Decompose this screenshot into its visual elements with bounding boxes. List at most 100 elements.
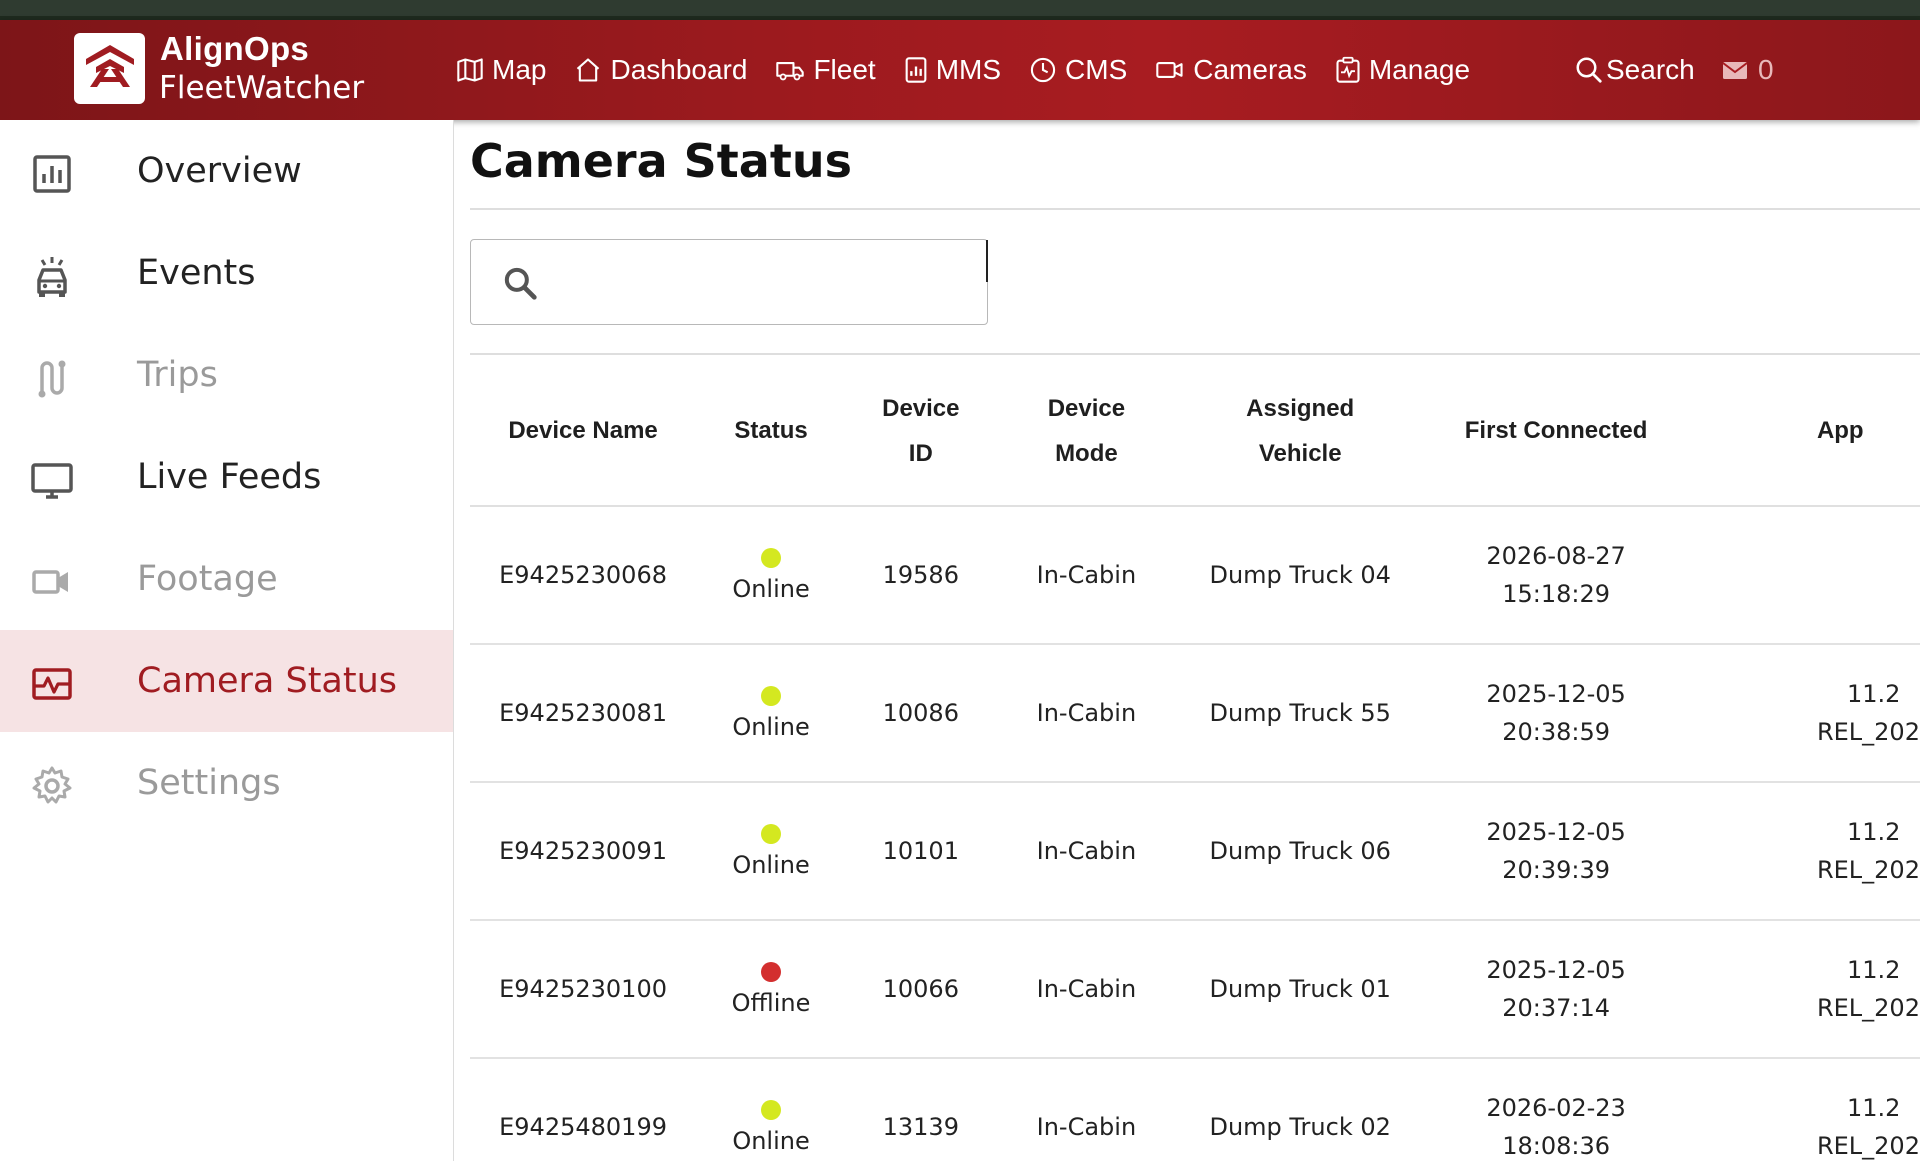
cell-device-name: E9425230068 [470,506,697,645]
header-app-version[interactable]: App [1688,356,1920,507]
sidebar-item-label: Camera Status [137,661,398,701]
cell-status: Online [696,644,846,783]
nav-item-fleet[interactable]: Fleet [775,54,876,86]
cell-device-name: E9425230091 [470,782,697,921]
product-name: FleetWatcher [159,70,365,106]
home-icon [577,58,600,82]
nav-item-map[interactable]: Map [456,54,546,86]
first-connected-date: 2025-12-05 [1486,680,1626,708]
sidebar-item-label: Overview [137,151,302,191]
cell-app-version: 11.2 REL_202 [1688,920,1920,1059]
camera-search-box[interactable] [470,239,988,325]
logo-icon [86,45,134,87]
app-version: 11.2 [1846,818,1901,846]
table-row[interactable]: E9425230068 Online 19586 In-Cabin Dump Truck… [470,506,1920,645]
cell-device-name: E9425230081 [470,644,697,783]
camera-search-input[interactable] [551,250,971,314]
route-icon [38,360,66,398]
cell-assigned-vehicle: Dump Truck 06 [1177,782,1424,921]
status-dot-icon [761,1100,782,1120]
first-connected-time: 20:37:14 [1502,994,1610,1022]
cell-device-mode: In-Cabin [995,644,1178,783]
sidebar-item-trips[interactable]: Trips [0,324,453,426]
cell-assigned-vehicle: Dump Truck 02 [1177,1058,1424,1161]
status-dot-icon [761,962,782,982]
cell-device-mode: In-Cabin [995,506,1178,645]
header-device-name[interactable]: Device Name [470,356,697,507]
sidebar-item-camera-status[interactable]: Camera Status [0,630,453,732]
sidebar-item-label: Live Feeds [137,457,322,497]
status-label: Offline [731,989,811,1017]
clipboard-icon [1336,56,1360,83]
nav-item-cms[interactable]: CMS [1029,54,1127,86]
sidebar-item-settings[interactable]: Settings [0,732,453,834]
video-icon [32,570,68,594]
cell-first-connected: 2025-12-05 20:39:39 [1423,782,1689,921]
first-connected-time: 15:18:29 [1502,580,1610,608]
cell-status: Online [696,1058,846,1161]
first-connected-date: 2026-02-23 [1486,1094,1626,1122]
chart-icon [33,155,71,193]
first-connected-date: 2025-12-05 [1486,818,1626,846]
table-row[interactable]: E9425230091 Online 10101 In-Cabin Dump Truck… [470,782,1920,921]
nav-label: Cameras [1193,54,1307,85]
bar-chart-icon [905,57,927,83]
cell-device-name: E9425230100 [470,920,697,1059]
nav-label: MMS [935,54,1002,85]
nav-search-label: Search [1606,54,1695,85]
sidebar-item-label: Events [137,253,256,293]
table-top-divider [470,353,1920,355]
title-divider [470,208,1920,210]
sidebar-item-events[interactable]: Events [0,222,453,324]
message-count: 0 [1758,54,1774,85]
sidebar-item-live-feeds[interactable]: Live Feeds [0,426,453,528]
cell-status: Online [696,782,846,921]
nav-item-manage[interactable]: Manage [1335,54,1470,86]
cell-device-name: E9425480199 [470,1058,697,1161]
cell-first-connected: 2025-12-05 20:38:59 [1423,644,1689,783]
nav-search-button[interactable]: Search [1574,20,1695,120]
app-release: REL_202 [1816,856,1920,884]
table-header-row: Device Name Status Device ID Device Mode A… [470,356,1920,507]
cell-status: Offline [696,920,846,1059]
cell-app-version: 11.2 REL_202 [1688,1058,1920,1161]
app-version: 11.2 [1846,956,1901,984]
sidebar-item-overview[interactable]: Overview [0,120,453,222]
mail-icon [1722,62,1748,79]
search-icon [504,267,537,300]
cell-status: Online [696,506,846,645]
cell-device-id: 13139 [845,1058,996,1161]
map-icon [457,58,483,82]
status-label: Online [732,713,810,741]
header-device-id[interactable]: Device ID [845,356,996,507]
app-version: 11.2 [1846,1094,1901,1122]
main-nav: Map Dashboard Fleet MMS CMS Cameras Mana… [456,20,1498,120]
nav-label: Fleet [813,54,876,85]
table-row[interactable]: E9425480199 Online 13139 In-Cabin Dump Truck… [470,1058,1920,1161]
table-row[interactable]: E9425230081 Online 10086 In-Cabin Dump Truck… [470,644,1920,783]
header-first-connected[interactable]: First Connected [1423,356,1689,507]
nav-item-cameras[interactable]: Cameras [1155,54,1307,86]
monitor-icon [31,463,73,499]
first-connected-date: 2025-12-05 [1486,956,1626,984]
header-status[interactable]: Status [696,356,846,507]
cell-first-connected: 2026-02-23 18:08:36 [1423,1058,1689,1161]
cell-assigned-vehicle: Dump Truck 01 [1177,920,1424,1059]
header-device-mode[interactable]: Device Mode [995,356,1178,507]
nav-item-dashboard[interactable]: Dashboard [574,54,747,86]
sidebar-item-footage[interactable]: Footage [0,528,453,630]
cell-assigned-vehicle: Dump Truck 55 [1177,644,1424,783]
truck-icon [776,62,805,81]
header-assigned-vehicle[interactable]: Assigned Vehicle [1177,356,1424,507]
nav-messages-button[interactable]: 0 [1722,20,1774,120]
table-row[interactable]: E9425230100 Offline 10066 In-Cabin Dump Truc… [470,920,1920,1059]
brand-logo[interactable] [74,33,145,104]
cell-first-connected: 2025-12-05 20:37:14 [1423,920,1689,1059]
app-release: REL_202 [1816,718,1920,746]
sidebar-item-label: Footage [137,559,278,599]
app-release: REL_202 [1816,994,1920,1022]
status-dot-icon [761,686,782,706]
first-connected-time: 20:39:39 [1502,856,1610,884]
nav-item-mms[interactable]: MMS [904,54,1001,86]
top-nav-bar: AlignOps FleetWatcher Map Dashboard Flee… [0,20,1920,120]
